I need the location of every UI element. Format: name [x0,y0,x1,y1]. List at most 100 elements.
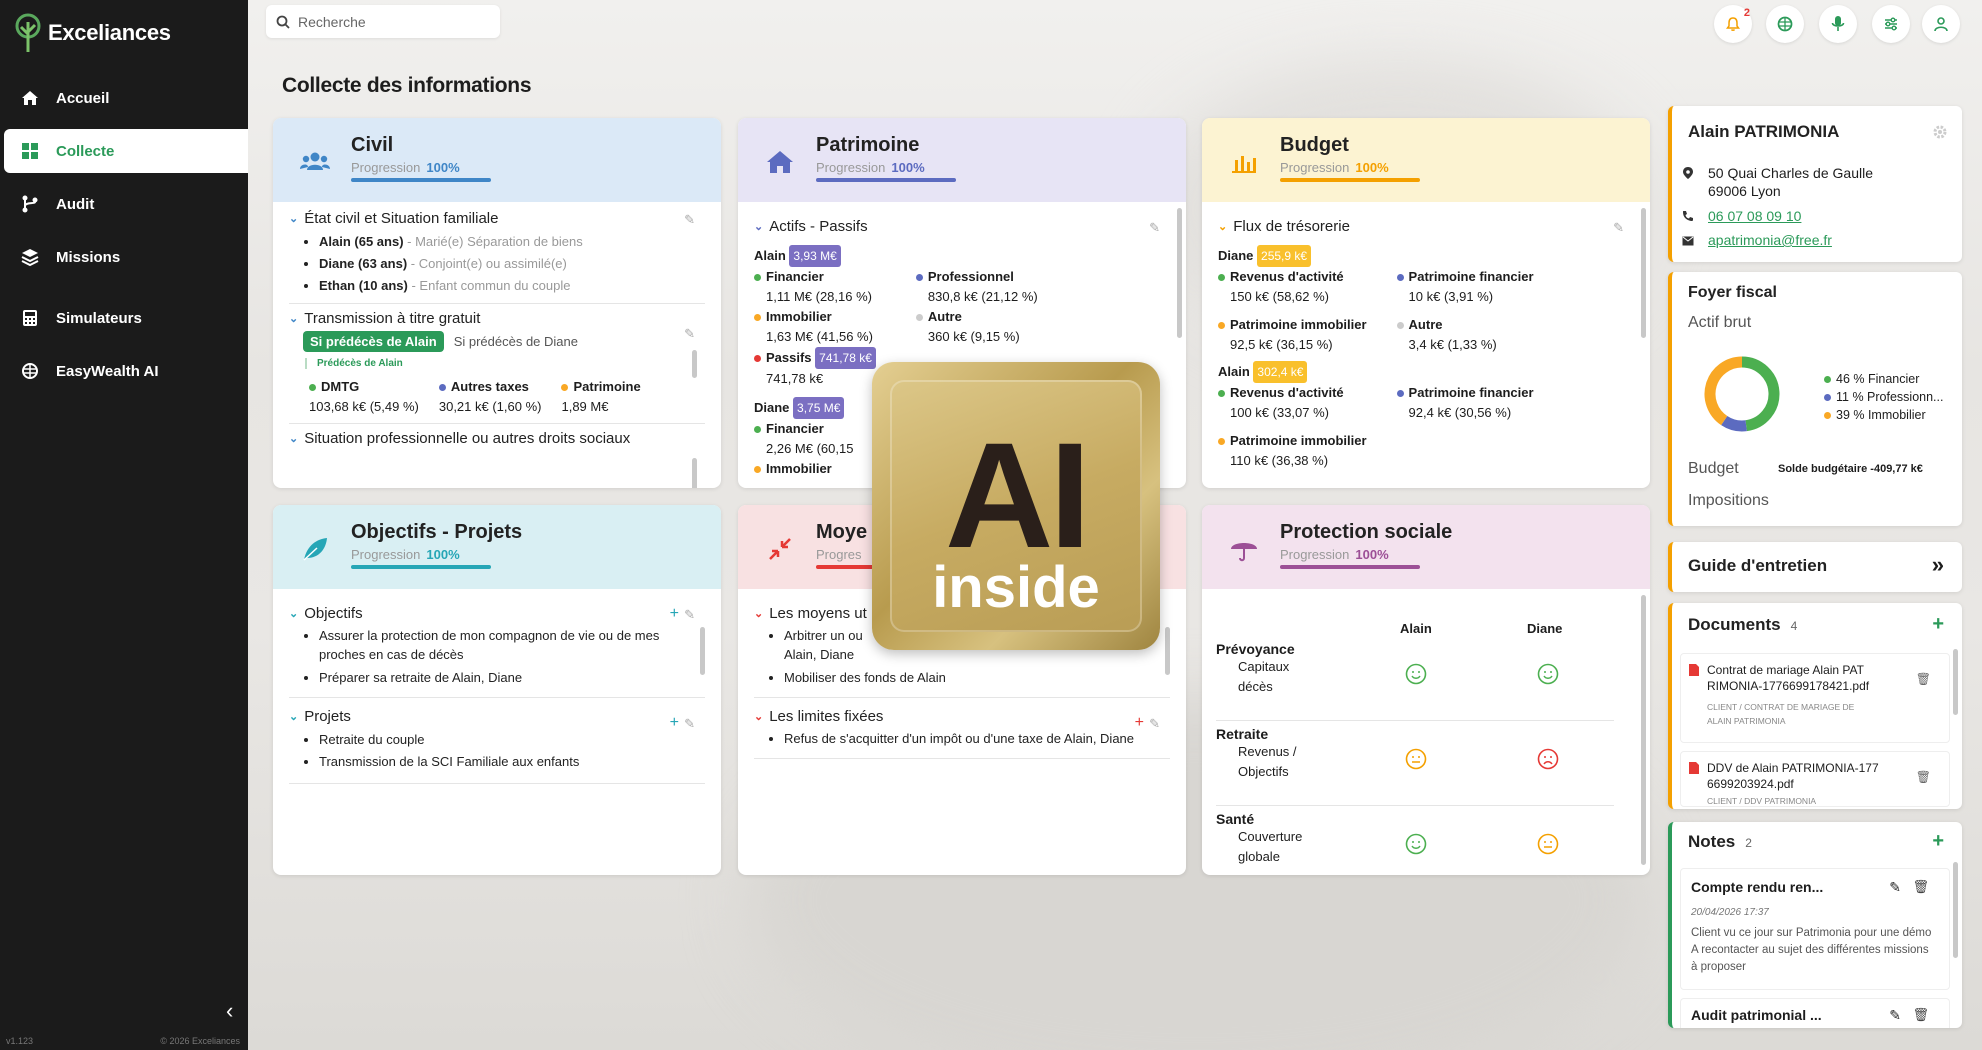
notifications-button[interactable]: 2 [1714,5,1752,43]
note-title: Compte rendu ren... [1691,879,1824,895]
collapse-sidebar-icon[interactable]: ‹ [226,998,233,1024]
edit-icon[interactable]: ✎ [1149,220,1160,236]
edit-icon[interactable]: ✎ [684,607,695,623]
stat-value: 103,68 k€ (5,49 %) [309,399,419,414]
scrollbar[interactable] [1953,862,1958,958]
row-sub: Couverture globale [1238,829,1303,864]
ai-button[interactable] [1766,5,1804,43]
tab-predeces-alain[interactable]: Si prédécès de Alain [303,331,444,352]
section-title: Objectifs [304,605,363,622]
scrollbar[interactable] [1177,208,1182,338]
note-item[interactable]: Audit patrimonial ... ✎ 🗑 [1680,998,1950,1028]
tab-predeces-diane[interactable]: Si prédécès de Diane [454,334,578,349]
scrollbar[interactable] [700,627,705,675]
legend-label: 46 % Financier [1836,372,1920,386]
donut-slice-professionnel[interactable] [1721,415,1747,432]
document-item[interactable]: DDV de Alain PATRIMONIA-177 6699203924.pd… [1680,751,1950,807]
dot-icon [754,426,761,433]
trash-icon[interactable]: 🗑 [1912,1007,1929,1023]
note-item[interactable]: Compte rendu ren... ✎ 🗑 20/04/2026 17:37… [1680,868,1950,990]
stat-label: Financier [766,269,824,284]
scrollbar[interactable] [1641,208,1646,338]
nav-audit[interactable]: Audit [4,182,248,226]
patrimoine-card-header[interactable]: Patrimoine Progression 100% [738,118,1186,202]
scrollbar[interactable] [692,350,697,378]
edit-icon[interactable]: ✎ [1613,220,1624,236]
section-transmission[interactable]: ⌄ Transmission à titre gratuit [289,310,705,327]
pencil-icon[interactable]: ✎ [1889,879,1901,896]
section-actifs-passifs[interactable]: ⌄ Actifs - Passifs [754,218,1170,235]
chevron-down-icon: ⌄ [289,711,299,723]
add-icon[interactable]: + [670,714,679,732]
donut-slice-immobilier[interactable] [1704,356,1743,426]
scrollbar[interactable] [1953,649,1958,715]
chevron-down-icon: ⌄ [289,313,299,325]
nav-simulateurs[interactable]: Simulateurs [4,296,248,340]
double-chevron-right-icon[interactable]: » [1932,552,1944,578]
edit-icon[interactable]: ✎ [1149,716,1160,732]
nav-easywealth[interactable]: EasyWealth AI [4,349,248,393]
document-item[interactable]: Contrat de mariage Alain PAT RIMONIA-1776… [1680,653,1950,743]
scrollbar[interactable] [1165,627,1170,675]
budget-card-header[interactable]: Budget Progression 100% [1202,118,1650,202]
chevron-down-icon: ⌄ [754,711,764,723]
budget-label[interactable]: Budget [1688,460,1739,478]
microphone-button[interactable] [1819,5,1857,43]
compress-arrows-icon [769,538,791,560]
nav-collecte[interactable]: Collecte [4,129,248,173]
list-item: Préparer sa retraite de Alain, Diane [319,668,705,687]
list-item: Assurer la protection de mon compagnon d… [319,626,705,664]
edit-icon[interactable]: ✎ [684,212,695,228]
edit-icon[interactable]: ✎ [684,716,695,732]
notification-count: 2 [1743,7,1750,19]
stat-label: Financier [766,421,824,436]
stat-label: Immobilier [766,461,832,476]
client-email[interactable]: apatrimonia@free.fr [1708,232,1832,248]
impositions-label[interactable]: Impositions [1688,492,1769,510]
edit-icon[interactable]: ✎ [684,326,695,342]
nav-accueil[interactable]: Accueil [4,76,248,120]
donut-slice-financier[interactable] [1741,356,1780,432]
settings-sliders-button[interactable] [1872,5,1910,43]
gear-icon[interactable] [1932,124,1948,140]
leaf-icon [303,538,327,561]
add-note-icon[interactable]: + [1932,830,1944,853]
protection-card-header[interactable]: Protection sociale Progression 100% [1202,505,1650,589]
search-input[interactable]: Recherche [266,5,500,38]
section-etat-civil[interactable]: ⌄ État civil et Situation familiale [289,210,705,227]
trash-icon[interactable]: 🗑 [1916,672,1931,686]
smiley-neutral-icon[interactable] [1405,748,1427,770]
scrollbar[interactable] [1641,595,1646,865]
client-phone[interactable]: 06 07 08 09 10 [1708,208,1801,224]
add-icon[interactable]: + [670,605,679,623]
smiley-happy-icon[interactable] [1405,663,1427,685]
dot-icon [1218,438,1225,445]
scrollbar[interactable] [692,458,697,488]
section-projets[interactable]: ⌄ Projets [289,708,705,725]
trash-icon[interactable]: 🗑 [1912,879,1929,895]
app-logo[interactable]: Exceliances [12,12,171,54]
progress-bar [1280,178,1420,182]
nav-missions[interactable]: Missions [4,235,248,279]
trash-icon[interactable]: 🗑 [1916,770,1931,784]
add-icon[interactable]: + [1135,714,1144,732]
objectifs-card-header[interactable]: Objectifs - Projets Progression 100% [273,505,721,589]
stat-autres: Autres taxes 30,21 k€ (1,60 %) [438,377,542,417]
civil-card-header[interactable]: Civil Progression 100% [273,118,721,202]
smiley-happy-icon[interactable] [1405,833,1427,855]
section-limites[interactable]: ⌄ Les limites fixées [754,708,1170,725]
card-title: Civil [351,134,394,156]
stat-value: 30,21 k€ (1,60 %) [438,399,542,414]
donut-chart[interactable] [1700,352,1784,436]
pencil-icon[interactable]: ✎ [1889,1007,1901,1024]
smiley-neutral-icon[interactable] [1537,833,1559,855]
user-button[interactable] [1922,5,1960,43]
section-situation-pro[interactable]: ⌄ Situation professionnelle ou autres dro… [289,430,705,447]
add-document-icon[interactable]: + [1932,613,1944,636]
section-flux[interactable]: ⌄ Flux de trésorerie [1218,218,1634,235]
smiley-happy-icon[interactable] [1537,663,1559,685]
guide-entretien-card[interactable]: Guide d'entretien » [1668,542,1962,592]
section-objectifs[interactable]: ⌄ Objectifs [289,605,705,622]
bell-icon [1726,17,1740,31]
smiley-sad-icon[interactable] [1537,748,1559,770]
